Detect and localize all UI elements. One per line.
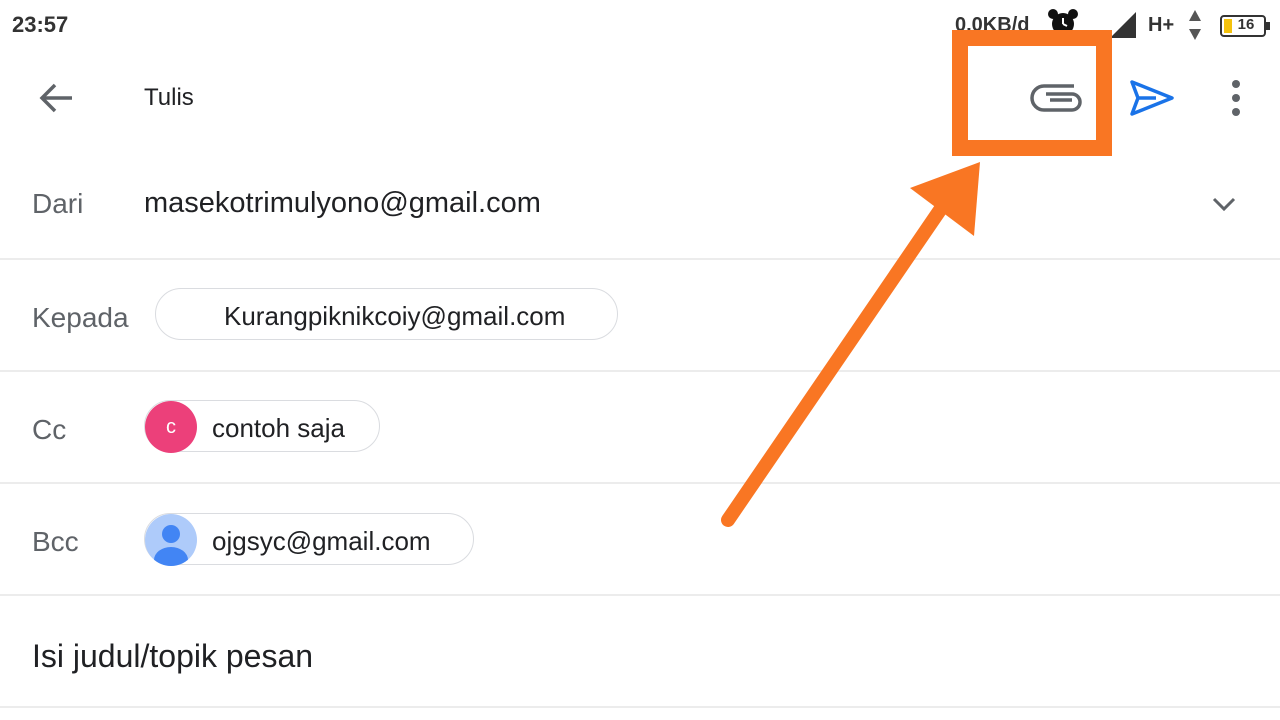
signal-strength-icon [1110, 12, 1136, 43]
bcc-label: Bcc [32, 526, 79, 557]
recipient-chip-cc[interactable]: c contoh saja [144, 400, 380, 453]
avatar: c [145, 401, 197, 453]
more-vert-icon [1232, 80, 1240, 116]
subject-field[interactable]: Isi judul/topik pesan [32, 638, 313, 675]
battery-level: 16 [1237, 16, 1255, 33]
recipient-chip-to[interactable]: Kurangpiknikcoiy@gmail.com [155, 288, 618, 340]
to-row: Kepada Kurangpiknikcoiy@gmail.com [0, 260, 1280, 372]
recipient-email: ojgsyc@gmail.com [212, 526, 431, 556]
status-time: 23:57 [12, 12, 69, 37]
more-options-button[interactable] [1216, 74, 1256, 122]
bcc-row: Bcc ojgsyc@gmail.com [0, 484, 1280, 596]
from-label: Dari [32, 188, 84, 219]
recipient-name: contoh saja [212, 413, 345, 443]
page-title: Tulis [144, 84, 194, 111]
annotation-highlight-box [952, 30, 1112, 156]
to-label: Kepada [32, 302, 129, 333]
cc-row: Cc c contoh saja [0, 372, 1280, 484]
network-type: H+ [1148, 14, 1175, 36]
recipient-email: Kurangpiknikcoiy@gmail.com [224, 301, 566, 331]
send-icon [1130, 80, 1174, 116]
back-button[interactable] [34, 76, 78, 120]
subject-row[interactable]: Isi judul/topik pesan [0, 596, 1280, 708]
person-avatar-icon [145, 514, 197, 566]
send-button[interactable] [1126, 74, 1178, 122]
chevron-down-icon[interactable] [1208, 188, 1240, 220]
recipient-chip-bcc[interactable]: ojgsyc@gmail.com [144, 513, 474, 566]
from-account[interactable]: masekotrimulyono@gmail.com [144, 187, 541, 220]
arrow-back-icon [39, 83, 72, 113]
cc-label: Cc [32, 414, 67, 445]
data-activity-icon [1188, 10, 1202, 45]
gmail-compose-screen: 23:57 0,0KB/d H+ 16 Tulis Dari masekotri… [0, 0, 1280, 720]
from-row: Dari masekotrimulyono@gmail.com [0, 150, 1280, 260]
